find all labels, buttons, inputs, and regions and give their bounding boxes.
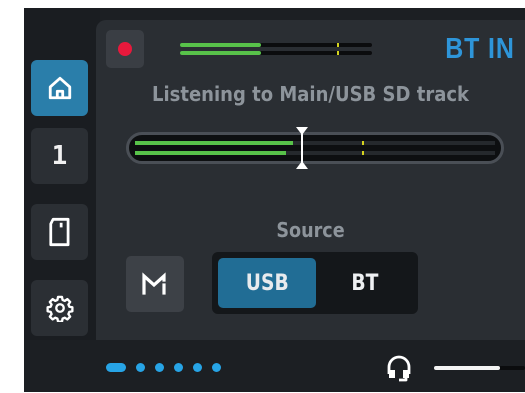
mode-button[interactable] [126, 256, 184, 312]
page-dot[interactable] [155, 363, 164, 372]
gear-icon [45, 295, 74, 322]
mini-meter-peak-top [337, 43, 340, 47]
sidebar-item-sd-card[interactable] [31, 204, 88, 260]
page-dot[interactable] [212, 363, 221, 372]
mini-meter-fill-bottom [180, 51, 261, 55]
page-dot[interactable] [174, 363, 183, 372]
mini-meter-fill-top [180, 43, 261, 47]
page-dot[interactable] [106, 363, 126, 372]
volume-slider[interactable] [434, 366, 525, 370]
meter-peak-bottom [361, 151, 364, 155]
source-usb-button[interactable]: USB [218, 258, 316, 308]
bottom-bar [24, 340, 525, 392]
source-bt-button[interactable]: BT [316, 258, 414, 308]
playhead-cursor[interactable] [295, 125, 309, 171]
sidebar-item-home[interactable] [31, 60, 88, 116]
meter-peak-top [361, 141, 364, 145]
source-label: Source [276, 218, 345, 242]
sidebar-item-label: 1 [51, 141, 68, 171]
record-dot-icon [118, 42, 132, 56]
meter-fill-top [135, 141, 294, 145]
home-icon [48, 76, 71, 100]
page-dot[interactable] [193, 363, 202, 372]
sidebar-item-settings[interactable] [31, 280, 88, 336]
mini-meter-peak-bottom [337, 51, 340, 55]
page-dot[interactable] [136, 363, 145, 372]
sidebar-item-track-1[interactable]: 1 [31, 128, 88, 184]
source-selector: USB BT [212, 252, 418, 314]
track-level-meter[interactable] [126, 127, 504, 169]
m-logo-icon [142, 272, 166, 295]
input-source-title: BT IN [445, 33, 515, 65]
sd-card-icon [48, 217, 69, 247]
source-bt-label: BT [351, 270, 379, 296]
source-usb-label: USB [245, 270, 289, 296]
listening-status: Listening to Main/USB SD track [152, 82, 469, 106]
record-button[interactable] [106, 30, 144, 68]
volume-fill [434, 366, 500, 370]
meter-fill-bottom [135, 151, 287, 155]
mini-level-meter [180, 42, 372, 56]
device-screen: 1 BT IN Listening to Main/USB SD track S… [24, 8, 525, 392]
main-panel: BT IN Listening to Main/USB SD track Sou… [96, 20, 525, 340]
sidebar: 1 [24, 8, 100, 340]
headphone-icon[interactable] [386, 354, 412, 382]
